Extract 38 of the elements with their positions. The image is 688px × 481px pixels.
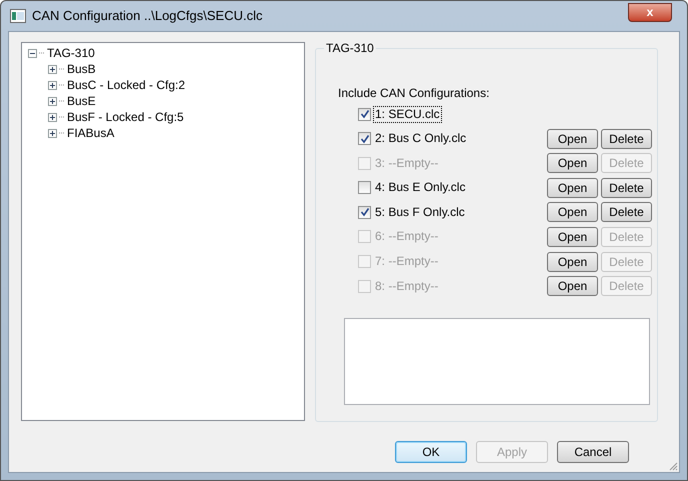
dialog-button[interactable]: OK bbox=[395, 441, 467, 463]
tree-connector-line bbox=[59, 68, 65, 70]
tree-connector-line bbox=[59, 132, 65, 134]
tree-connector-line bbox=[39, 52, 45, 54]
checkbox[interactable] bbox=[358, 132, 371, 146]
delete-button[interactable]: Delete bbox=[601, 178, 652, 198]
expand-icon[interactable] bbox=[48, 80, 57, 90]
tree-item[interactable]: BusE bbox=[67, 94, 96, 108]
open-button[interactable]: Open bbox=[547, 178, 598, 198]
section-heading: Include CAN Configurations: bbox=[338, 86, 490, 100]
expand-icon[interactable] bbox=[48, 128, 57, 138]
tree-item[interactable]: BusF - Locked - Cfg:5 bbox=[67, 110, 184, 124]
tree-item[interactable]: FIABusA bbox=[67, 126, 114, 140]
tree-item[interactable]: TAG-310 bbox=[47, 46, 95, 60]
expand-icon[interactable] bbox=[48, 64, 57, 74]
dialog-button[interactable]: Cancel bbox=[557, 441, 629, 463]
checkbox[interactable] bbox=[358, 206, 371, 219]
collapse-icon[interactable] bbox=[28, 48, 37, 58]
checkbox-label[interactable]: 5: Bus F Only.clc bbox=[373, 204, 467, 221]
resize-grip-icon[interactable] bbox=[668, 461, 678, 471]
checkbox[interactable] bbox=[358, 181, 371, 194]
open-button[interactable]: Open bbox=[547, 202, 598, 222]
delete-button[interactable]: Delete bbox=[601, 128, 652, 149]
app-icon bbox=[10, 9, 26, 23]
tree-connector-line bbox=[59, 84, 65, 86]
open-button[interactable]: Open bbox=[547, 128, 598, 149]
tree-item[interactable]: BusB bbox=[67, 62, 96, 76]
window-title: CAN Configuration ..\LogCfgs\SECU.clc bbox=[32, 7, 262, 26]
checkbox-label[interactable]: 4: Bus E Only.clc bbox=[373, 179, 468, 196]
expand-icon[interactable] bbox=[48, 112, 57, 122]
tree-item[interactable]: BusC - Locked - Cfg:2 bbox=[67, 78, 186, 92]
tree-connector-line bbox=[59, 100, 65, 102]
tree-connector-line bbox=[59, 116, 65, 118]
checkbox[interactable] bbox=[358, 108, 371, 120]
expand-icon[interactable] bbox=[48, 96, 57, 106]
checkbox-label[interactable]: 1: SECU.clc bbox=[373, 106, 442, 122]
checkbox-label[interactable]: 2: Bus C Only.clc bbox=[373, 130, 468, 148]
delete-button[interactable]: Delete bbox=[601, 202, 652, 222]
